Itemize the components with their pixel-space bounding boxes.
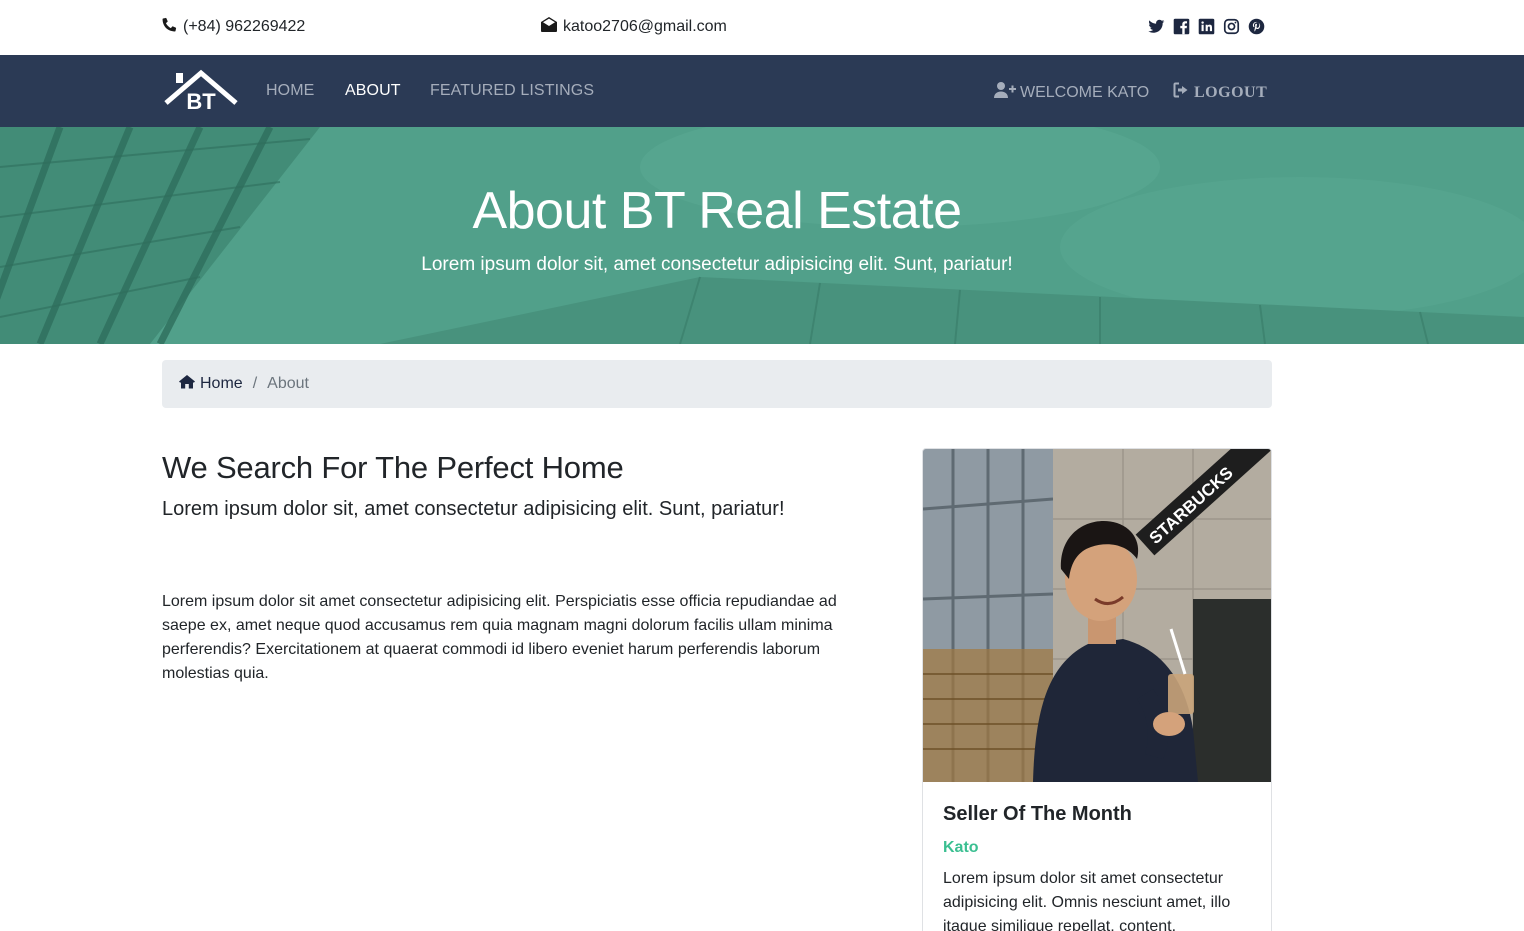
envelope-open-icon [541,17,557,37]
nav-about[interactable]: ABOUT [345,82,401,100]
contact-email: katoo2706@gmail.com [541,17,727,37]
user-plus-icon [994,82,1016,103]
section-lead: Lorem ipsum dolor sit, amet consectetur … [162,498,785,520]
social-links [1148,18,1265,35]
section-heading: We Search For The Perfect Home [162,450,624,485]
instagram-icon[interactable] [1223,18,1240,35]
seller-name: Kato [943,839,979,856]
facebook-icon[interactable] [1173,18,1190,35]
main-navbar: BT HOME ABOUT FEATURED LISTINGS WELCOME … [0,55,1524,127]
breadcrumb: Home / About [162,360,1272,408]
card-title: Seller Of The Month [943,803,1132,825]
breadcrumb-current: About [267,375,309,392]
seller-photo: STARBUCKS [923,449,1271,782]
logo-text: BT [186,89,216,113]
sign-out-icon [1173,82,1190,103]
nav-home[interactable]: HOME [266,82,314,100]
top-bar: (+84) 962269422 katoo2706@gmail.com [0,0,1524,55]
twitter-icon[interactable] [1148,18,1165,35]
seller-card: STARBUCKS Seller Of The Month Kato Lorem… [922,448,1272,931]
phone-icon [162,17,177,37]
welcome-user-link[interactable]: WELCOME KATO [994,82,1149,103]
hero-title: About BT Real Estate [472,182,962,240]
home-icon [178,374,196,394]
card-text: Lorem ipsum dolor sit amet consectetur a… [943,870,1231,931]
brand-logo[interactable]: BT [162,69,240,114]
hero-banner: About BT Real Estate Lorem ipsum dolor s… [0,127,1524,344]
linkedin-icon[interactable] [1198,18,1215,35]
email-address: katoo2706@gmail.com [563,18,727,35]
welcome-label: WELCOME KATO [1020,83,1150,101]
contact-phone: (+84) 962269422 [162,17,305,37]
pinterest-icon[interactable] [1248,18,1265,35]
logout-label: LOGOUT [1194,83,1268,101]
breadcrumb-separator: / [252,375,258,392]
logout-link[interactable]: LOGOUT [1173,82,1267,103]
nav-featured-listings[interactable]: FEATURED LISTINGS [430,82,594,100]
section-body: Lorem ipsum dolor sit amet consectetur a… [162,593,837,682]
hero-subtitle: Lorem ipsum dolor sit, amet consectetur … [421,254,1013,275]
breadcrumb-home-link[interactable]: Home [178,374,243,394]
breadcrumb-home-label: Home [200,375,243,392]
phone-number: (+84) 962269422 [183,18,306,35]
